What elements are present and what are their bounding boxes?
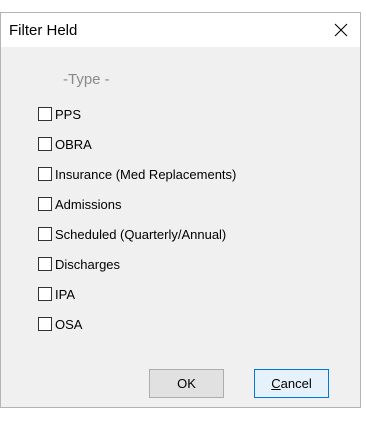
checkbox-box[interactable] — [38, 107, 52, 121]
checkbox-label[interactable]: Scheduled (Quarterly/Annual) — [55, 227, 226, 242]
checkbox-obra[interactable]: OBRA — [38, 129, 236, 159]
checkbox-pps[interactable]: PPS — [38, 99, 236, 129]
type-group-label: -Type - — [63, 71, 110, 88]
checkbox-osa[interactable]: OSA — [38, 309, 236, 339]
checkbox-box[interactable] — [38, 197, 52, 211]
checkbox-label[interactable]: PPS — [55, 107, 81, 122]
checkbox-box[interactable] — [38, 137, 52, 151]
title-bar[interactable]: Filter Held — [1, 13, 360, 47]
checkbox-box[interactable] — [38, 257, 52, 271]
checkbox-admissions[interactable]: Admissions — [38, 189, 236, 219]
filter-held-dialog: Filter Held -Type - PPS OBRA Insurance (… — [0, 12, 361, 408]
cancel-button-label: Cancel — [271, 376, 311, 391]
checkbox-label[interactable]: OBRA — [55, 137, 92, 152]
cancel-accelerator-key: C — [271, 376, 281, 391]
checkbox-label[interactable]: Insurance (Med Replacements) — [55, 167, 236, 182]
ok-button[interactable]: OK — [149, 369, 224, 398]
ok-button-label: OK — [177, 376, 196, 391]
close-icon — [334, 23, 348, 37]
checkbox-ipa[interactable]: IPA — [38, 279, 236, 309]
checkbox-discharges[interactable]: Discharges — [38, 249, 236, 279]
checkbox-scheduled[interactable]: Scheduled (Quarterly/Annual) — [38, 219, 236, 249]
cancel-button[interactable]: Cancel — [254, 369, 329, 398]
cancel-label-rest: ancel — [280, 376, 312, 391]
checkbox-box[interactable] — [38, 317, 52, 331]
checkbox-label[interactable]: OSA — [55, 317, 82, 332]
checkbox-box[interactable] — [38, 167, 52, 181]
type-checkbox-list: PPS OBRA Insurance (Med Replacements) Ad… — [38, 99, 236, 339]
checkbox-label[interactable]: Discharges — [55, 257, 120, 272]
background-strip — [0, 0, 366, 12]
checkbox-insurance[interactable]: Insurance (Med Replacements) — [38, 159, 236, 189]
checkbox-box[interactable] — [38, 227, 52, 241]
close-button[interactable] — [326, 16, 356, 44]
checkbox-label[interactable]: Admissions — [55, 197, 121, 212]
window-title: Filter Held — [9, 22, 78, 39]
checkbox-label[interactable]: IPA — [55, 287, 75, 302]
checkbox-box[interactable] — [38, 287, 52, 301]
